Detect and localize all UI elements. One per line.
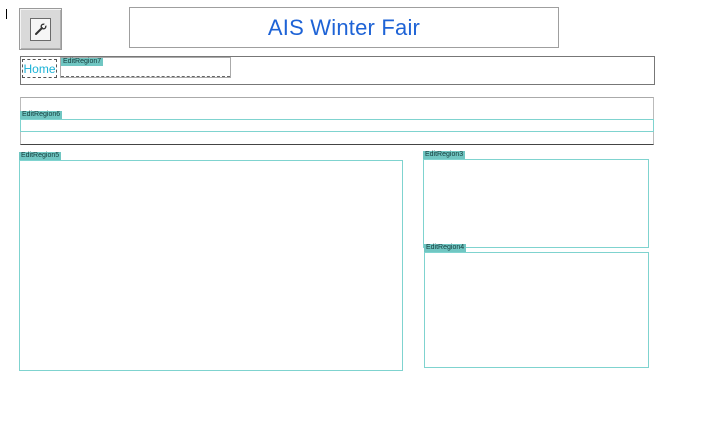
edit-region-7-underline [61,76,230,77]
edit-region-6-tag: EditRegion6 [20,111,63,119]
edit-region-7[interactable]: EditRegion7 [60,57,231,78]
home-link[interactable]: Home [22,59,57,78]
edit-region-7-tag: EditRegion7 [61,58,104,66]
edit-region-5[interactable] [19,160,403,371]
edit-region-4-tag: EditRegion4 [424,244,467,252]
edit-region-6[interactable] [20,119,654,132]
wrench-icon [30,17,51,41]
site-title-box: AIS Winter Fair [129,7,559,48]
edit-region-5-tag: EditRegion5 [19,152,62,160]
edit-region-3-tag: EditRegion3 [423,151,466,159]
text-cursor [6,9,7,19]
logo-button[interactable] [19,8,62,50]
edit-region-3[interactable] [423,159,649,248]
edit-region-4[interactable] [424,252,649,368]
site-title: AIS Winter Fair [267,14,421,40]
